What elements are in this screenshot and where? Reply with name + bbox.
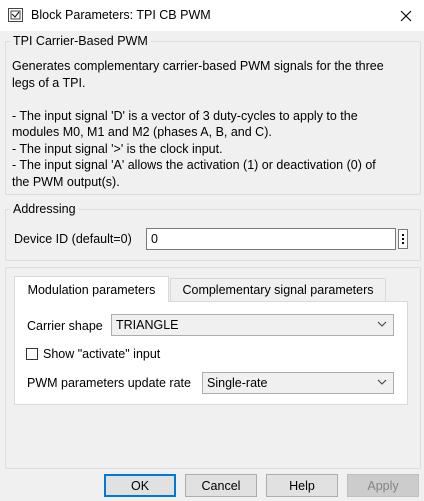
carrier-shape-label: Carrier shape xyxy=(27,319,103,333)
description-line: the PWM output(s). xyxy=(12,174,120,189)
device-id-field[interactable]: 0 xyxy=(146,228,396,250)
block-description: Generates complementary carrier-based PW… xyxy=(12,58,412,190)
description-line: - The input signal 'A' allows the activa… xyxy=(12,158,376,172)
cancel-button[interactable]: Cancel xyxy=(185,474,257,497)
description-line: Generates complementary carrier-based PW… xyxy=(12,59,384,73)
tab-label: Modulation parameters xyxy=(27,282,156,297)
description-group-title: TPI Carrier-Based PWM xyxy=(10,34,151,48)
ok-button[interactable]: OK xyxy=(104,474,176,497)
show-activate-label: Show "activate" input xyxy=(43,347,161,361)
show-activate-checkbox[interactable] xyxy=(26,348,38,360)
chevron-down-icon xyxy=(377,321,387,327)
carrier-shape-value: TRIANGLE xyxy=(116,318,179,332)
chevron-down-icon xyxy=(377,379,387,385)
window-title: Block Parameters: TPI CB PWM xyxy=(31,8,211,22)
device-id-options-button[interactable] xyxy=(398,229,408,249)
description-line xyxy=(12,91,412,108)
close-icon xyxy=(400,10,412,22)
description-line: - The input signal 'D' is a vector of 3 … xyxy=(12,108,358,123)
addressing-group-title: Addressing xyxy=(10,202,79,216)
tab-label: Complementary signal parameters xyxy=(182,283,374,297)
carrier-shape-select[interactable]: TRIANGLE xyxy=(111,314,394,336)
update-rate-select[interactable]: Single-rate xyxy=(202,372,394,394)
update-rate-value: Single-rate xyxy=(207,376,268,390)
device-id-label: Device ID (default=0) xyxy=(14,232,132,246)
update-rate-label: PWM parameters update rate xyxy=(27,376,191,390)
description-line: - The input signal '>' is the clock inpu… xyxy=(12,141,223,156)
description-line: legs of a TPI. xyxy=(12,75,86,90)
apply-button[interactable]: Apply xyxy=(347,474,419,497)
title-bar: Block Parameters: TPI CB PWM xyxy=(0,0,424,31)
description-line: modules M0, M1 and M2 (phases A, B, and … xyxy=(12,125,272,139)
tab-modulation-parameters[interactable]: Modulation parameters xyxy=(14,276,169,302)
simulink-block-icon xyxy=(8,8,23,22)
help-button[interactable]: Help xyxy=(266,474,338,497)
close-button[interactable] xyxy=(392,4,420,28)
tab-complementary-signal-parameters[interactable]: Complementary signal parameters xyxy=(170,278,386,302)
